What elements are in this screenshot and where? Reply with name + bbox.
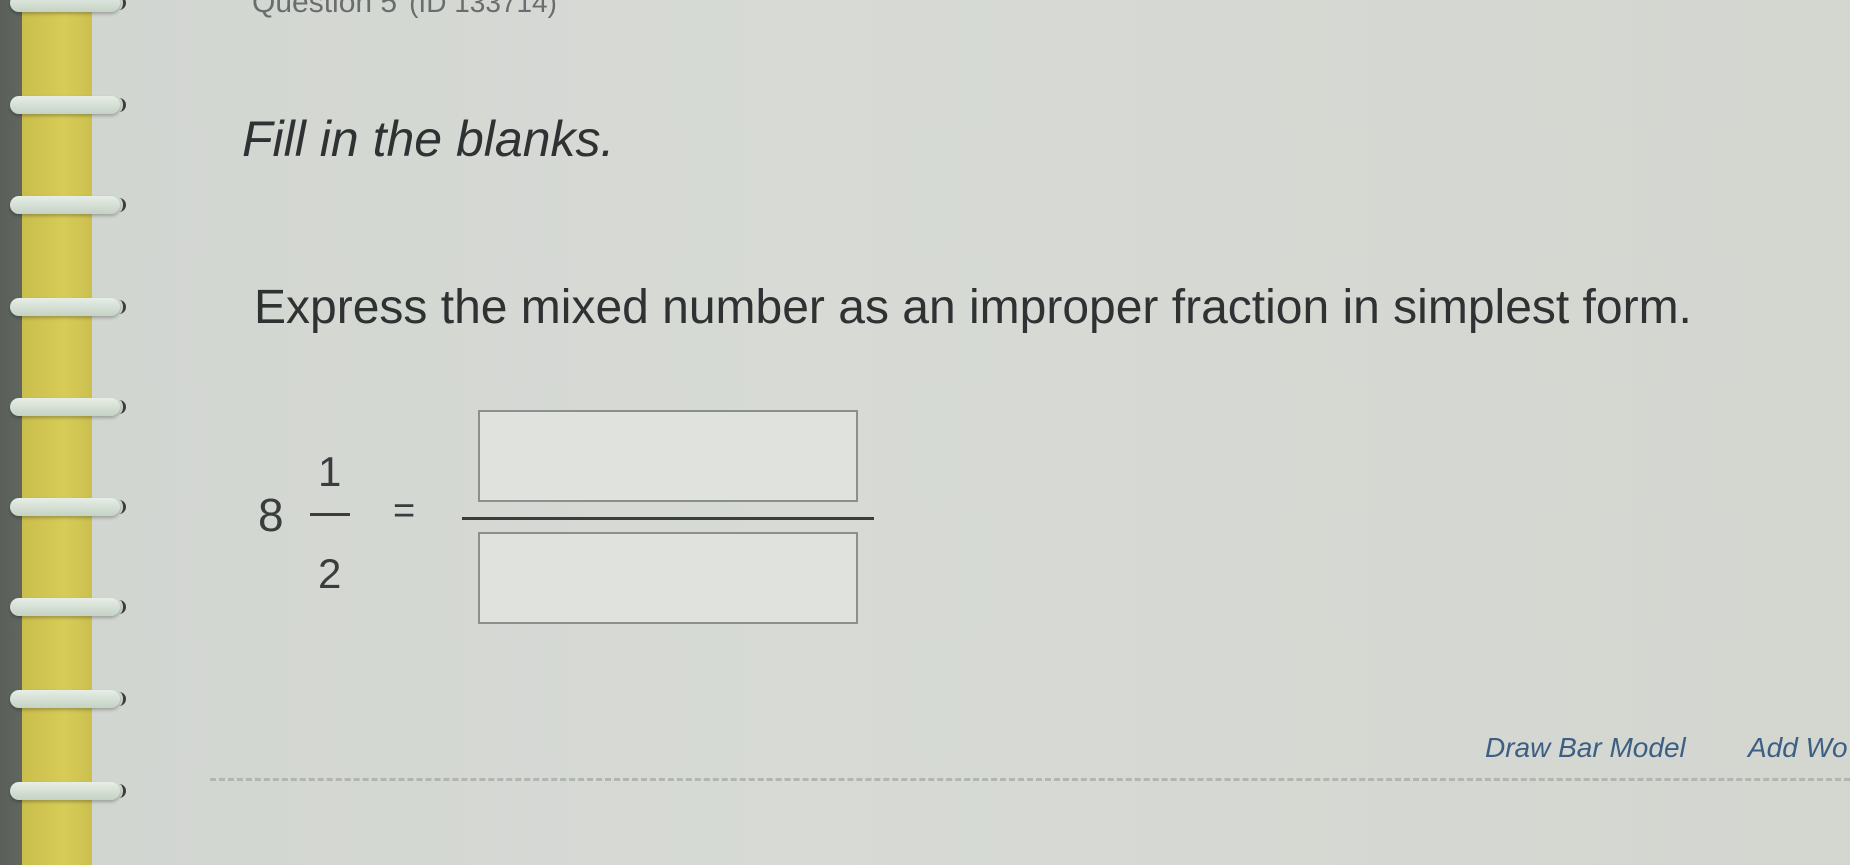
mixed-number-numerator: 1: [318, 448, 342, 495]
denominator-answer-box[interactable]: [478, 532, 858, 624]
binder-ring: [10, 196, 126, 214]
binder-ring: [10, 782, 126, 800]
instruction-text: Fill in the blanks.: [242, 111, 615, 167]
add-work-link[interactable]: Add Wo: [1748, 732, 1848, 764]
binder-ring: [10, 690, 126, 708]
notebook-binding: [22, 0, 92, 865]
question-number: Question 5: [252, 0, 398, 19]
binder-ring: [10, 298, 126, 316]
mixed-fraction-bar: [310, 513, 350, 516]
numerator-answer-box[interactable]: [478, 410, 858, 502]
binder-ring: [10, 0, 126, 12]
question-prompt: Express the mixed number as an improper …: [254, 281, 1692, 334]
answer-fraction-bar: [462, 517, 874, 520]
work-area-divider: [210, 778, 1850, 781]
mixed-number-whole: 8: [258, 489, 284, 541]
binder-ring: [10, 96, 126, 114]
equals-sign: =: [393, 490, 416, 532]
binder-ring: [10, 598, 126, 616]
question-id: (ID 133714): [409, 0, 557, 18]
binder-ring: [10, 498, 126, 516]
binder-ring: [10, 398, 126, 416]
question-header: Question 5 (ID 133714): [252, 0, 557, 20]
draw-bar-model-link[interactable]: Draw Bar Model: [1485, 732, 1686, 764]
mixed-number-denominator: 2: [318, 550, 342, 597]
